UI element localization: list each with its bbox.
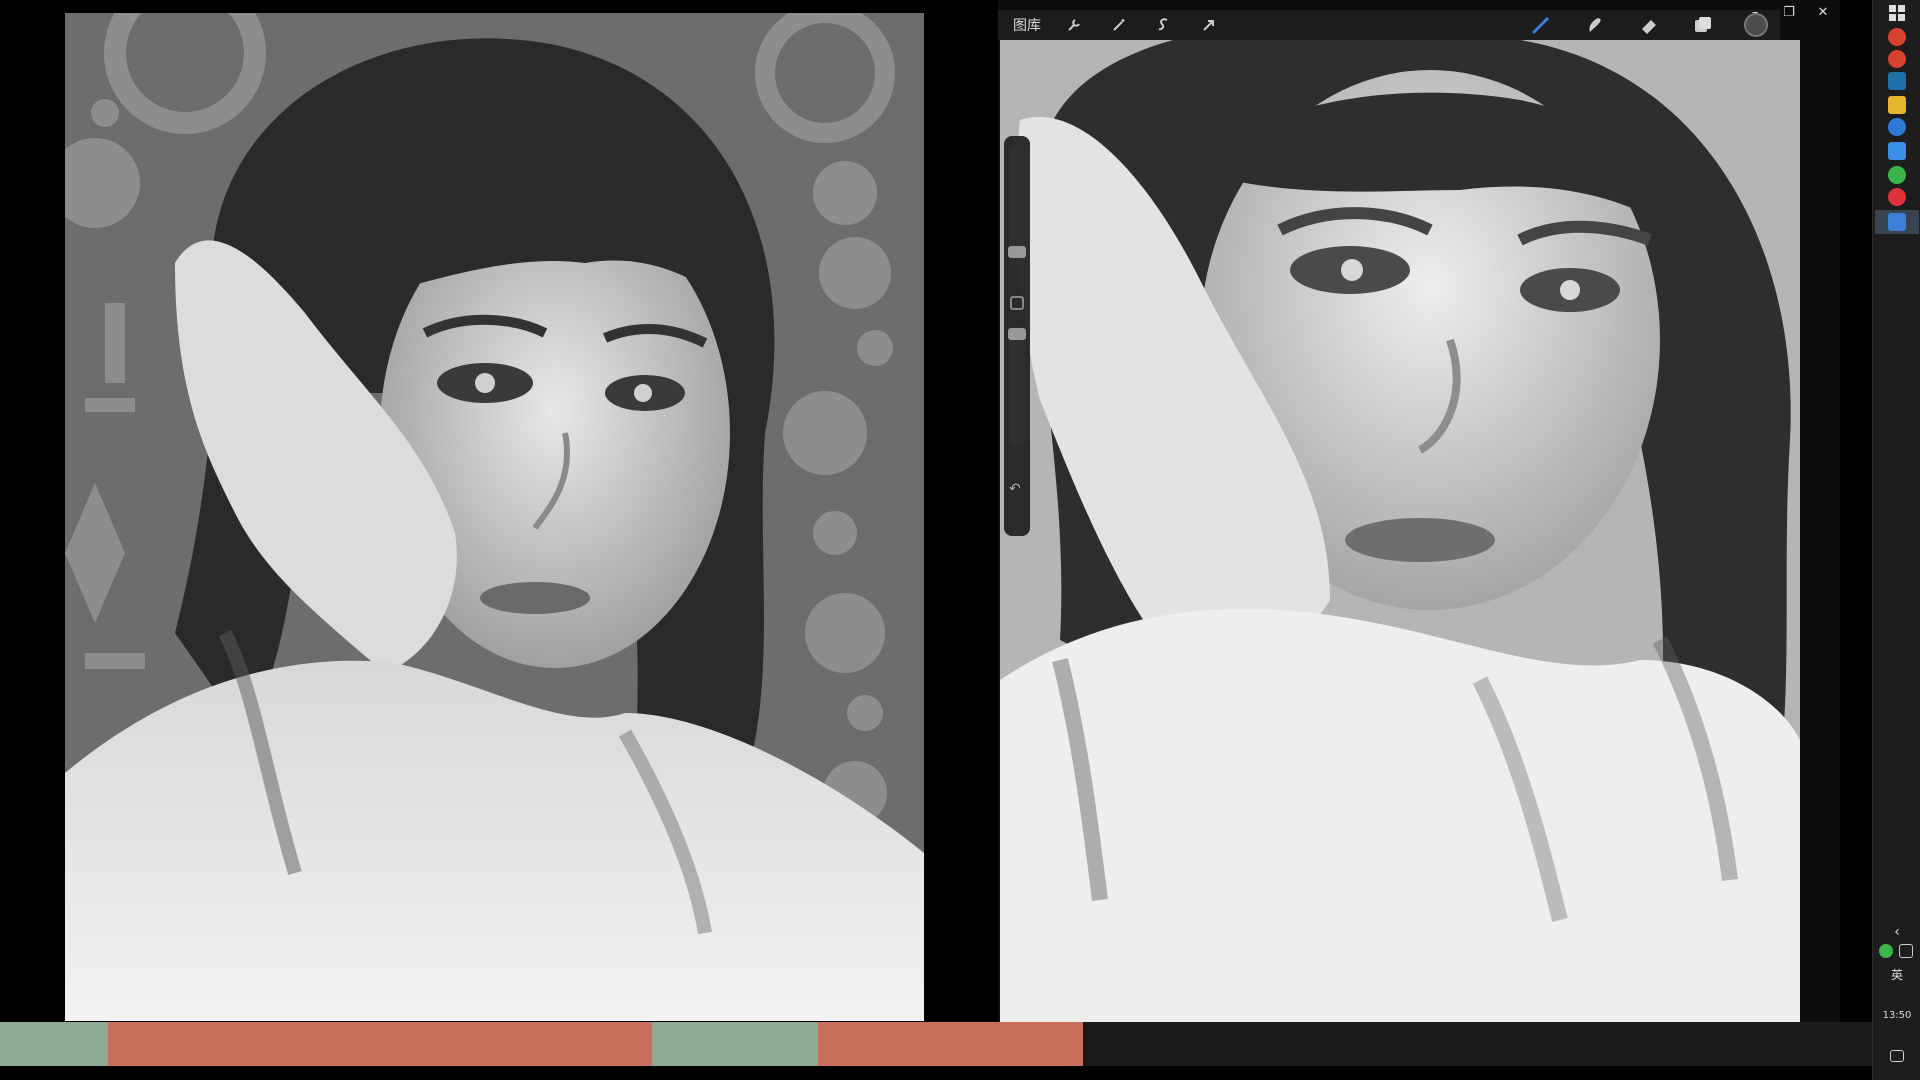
opacity-slider[interactable] [1008, 326, 1026, 446]
procreate-sidebar: ↶ [1004, 136, 1030, 536]
close-button[interactable]: ✕ [1806, 0, 1840, 24]
photoshop-icon[interactable] [1888, 72, 1906, 90]
chrome-icon[interactable] [1888, 28, 1906, 46]
stripe-segment-red-1 [108, 1022, 652, 1066]
window-controls: – ❐ ✕ [1738, 0, 1840, 24]
windows-start-icon[interactable] [1888, 4, 1906, 22]
brush-icon[interactable] [1528, 12, 1554, 38]
notification-icon[interactable] [1890, 1050, 1904, 1062]
brush-size-slider[interactable] [1008, 146, 1026, 266]
procreate-window: 图库 – ❐ ✕ ↶ [998, 0, 1840, 1022]
transform-arrow-icon[interactable] [1196, 12, 1222, 38]
minimize-button[interactable]: – [1738, 0, 1772, 24]
reference-image [65, 13, 924, 1021]
modify-button[interactable] [1010, 296, 1024, 310]
stripe-segment-red-2 [818, 1022, 1083, 1066]
canvas-portrait [1000, 40, 1800, 1022]
app-blue-icon[interactable] [1888, 118, 1906, 136]
app-chat-icon[interactable] [1888, 142, 1906, 160]
magic-wand-icon[interactable] [1106, 12, 1132, 38]
wechat-icon[interactable] [1888, 166, 1906, 184]
color-stripe [0, 1022, 1872, 1066]
brush-size-thumb[interactable] [1008, 246, 1026, 258]
selection-icon[interactable] [1151, 12, 1177, 38]
stripe-segment-green-2 [652, 1022, 818, 1066]
stripe-segment-dark [1083, 1022, 1872, 1066]
procreate-toolbar: 图库 [998, 10, 1780, 40]
clock-time[interactable]: 13:50 [1873, 1010, 1920, 1021]
input-language[interactable]: 英 [1873, 966, 1920, 983]
undo-icon[interactable]: ↶ [1009, 481, 1021, 497]
chrome-icon-2[interactable] [1888, 50, 1906, 68]
gallery-button[interactable]: 图库 [1013, 15, 1041, 35]
smudge-icon[interactable] [1582, 12, 1608, 38]
tray-chevron[interactable]: ‹ [1873, 924, 1920, 940]
app-red-icon[interactable] [1888, 188, 1906, 206]
reference-portrait [65, 13, 924, 1021]
procreate-canvas[interactable]: ↶ [1000, 40, 1800, 1022]
restore-button[interactable]: ❐ [1772, 0, 1806, 24]
procreate-app-icon[interactable] [1888, 213, 1906, 231]
eraser-icon[interactable] [1636, 12, 1662, 38]
network-icon[interactable] [1899, 944, 1913, 958]
folder-icon[interactable] [1888, 96, 1906, 114]
layers-icon[interactable] [1690, 12, 1716, 38]
desktop-screen: 图库 – ❐ ✕ ↶ ‹ 英 13:50 [0, 0, 1920, 1080]
wrench-icon[interactable] [1061, 12, 1087, 38]
taskbar: ‹ 英 13:50 [1872, 0, 1920, 1080]
stripe-segment-green-1 [0, 1022, 108, 1066]
wechat-tray-icon[interactable] [1879, 944, 1893, 958]
opacity-thumb[interactable] [1008, 328, 1026, 340]
